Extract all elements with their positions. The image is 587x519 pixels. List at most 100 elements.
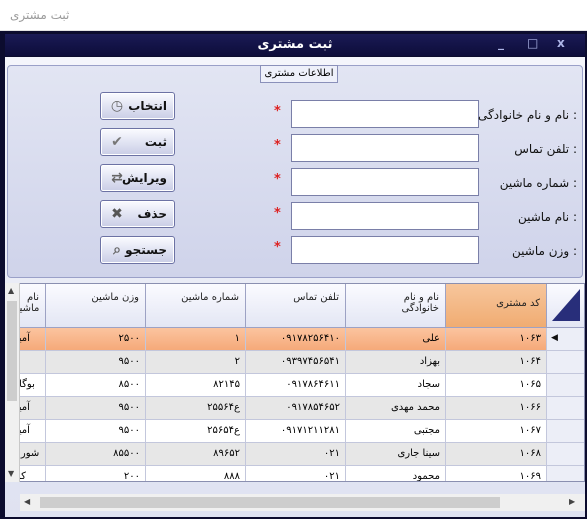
fullname-cell[interactable]: بهزاد [346,351,446,374]
phone-cell[interactable]: ۰۹۱۷۸۲۵۶۴۱۰ [246,328,346,351]
phone-cell[interactable]: ۰۹۳۹۷۴۵۶۵۴۱ [246,351,346,374]
car-number-cell[interactable]: ۸۹۶۵۲ [146,443,246,466]
clock-icon: ◷ [110,98,124,114]
table-row[interactable]: ۱۰۶۹محمود۰۲۱۸۸۸۲۰۰کلت [6,466,584,481]
required-star: * [274,138,281,153]
table-row[interactable]: ۱۰۶۶محمد مهدی۰۹۱۷۸۵۴۶۵۲۲۵ع۵۶۴۹۵۰۰آمیکو [6,397,584,420]
required-star: * [274,172,281,187]
restore-button[interactable]: □ [527,36,538,50]
scroll-down-icon[interactable]: ▼ [8,469,14,478]
outer-window-title: ثبت مشتری [10,8,70,22]
row-header[interactable] [547,397,584,420]
scroll-up-icon[interactable]: ▲ [8,286,14,295]
check-icon: ✔ [111,134,123,150]
fullname-cell[interactable]: مجتبی [346,420,446,443]
phone-cell[interactable]: ۰۲۱ [246,443,346,466]
select-button-label: انتخاب [128,99,167,113]
row-header[interactable] [547,420,584,443]
column-header-phone[interactable]: تلفن تماس [246,284,346,328]
select-all-icon [552,289,580,321]
search-button-label: جستجو [125,243,167,257]
search-icon: ⌕ [113,242,121,258]
search-button[interactable]: ⌕ جستجو [100,236,175,264]
table-row[interactable]: ۱۰۶۸ سینا جاری ۰۲۱ ۸۹۶۵۲ ۸۵۵۰۰ شورلت [6,443,584,466]
table-row[interactable]: ۱۰۶۷مجتبی۰۹۱۷۱۲۱۱۲۸۱۲۵ع۶۵۴۹۵۰۰آمیکو [6,420,584,443]
select-button[interactable]: ◷ انتخاب [100,92,175,120]
outer-window-titlebar: ثبت مشتری [0,0,587,31]
fullname-label: نام و نام خانوادگی : [478,108,577,122]
car-number-cell[interactable]: ۲ [146,351,246,374]
car-weight-cell[interactable]: ۹۵۰۰ [46,420,146,443]
fullname-field[interactable] [291,100,479,128]
table-row[interactable]: ۱۰۶۳علی۰۹۱۷۸۲۵۶۴۱۰۱۲۵۰۰آمیکو◀ [6,328,584,351]
current-row-icon: ◀ [551,333,558,343]
grid-corner[interactable] [547,284,584,328]
car-name-label: نام ماشین : [518,210,577,224]
close-button[interactable]: x [557,36,565,50]
customer-code-cell[interactable]: ۱۰۶۹ [446,466,547,481]
car-weight-label: وزن ماشین : [512,244,577,258]
table-row[interactable]: ۱۰۶۴بهزاد۰۹۳۹۷۴۵۶۵۴۱۲۹۵۰۰بنز [6,351,584,374]
car-weight-cell[interactable]: ۹۵۰۰ [46,397,146,420]
save-button[interactable]: ✔ ثبت [100,128,175,156]
column-header-car-number[interactable]: شماره ماشین [146,284,246,328]
car-number-cell[interactable]: ۸۸۸ [146,466,246,481]
car-number-field[interactable] [291,168,479,196]
edit-button-label: ویرایش [121,171,167,185]
row-header[interactable] [547,374,584,397]
customer-code-cell[interactable]: ۱۰۶۴ [446,351,547,374]
customers-grid[interactable]: نام ماشین وزن ماشین شماره ماشین تلفن تما… [5,283,585,482]
scroll-left-icon[interactable]: ◀ [24,497,30,506]
required-star: * [274,206,281,221]
car-name-field[interactable] [291,202,479,230]
minimize-button[interactable]: _ [498,36,504,50]
vertical-scroll-thumb[interactable] [7,301,17,401]
column-header-car-weight[interactable]: وزن ماشین [46,284,146,328]
vertical-scrollbar[interactable]: ▲ ▼ [5,283,20,482]
edit-button[interactable]: ⇄ ویرایش [100,164,175,192]
customer-code-cell[interactable]: ۱۰۶۷ [446,420,547,443]
fullname-cell[interactable]: سینا جاری [346,443,446,466]
row-header[interactable] [547,351,584,374]
column-header-fullname[interactable]: نام و نام خانوادگی [346,284,446,328]
row-header[interactable] [547,466,584,481]
phone-label: تلفن تماس : [514,142,577,156]
car-weight-cell[interactable]: ۸۵۰۰ [46,374,146,397]
customer-code-cell[interactable]: ۱۰۶۸ [446,443,547,466]
car-number-label: شماره ماشین : [499,176,577,190]
scroll-right-icon[interactable]: ▶ [569,497,575,506]
save-button-label: ثبت [144,135,167,149]
row-header[interactable]: ◀ [547,328,584,351]
delete-button-label: حذف [137,207,167,221]
car-weight-cell[interactable]: ۲۰۰ [46,466,146,481]
phone-cell[interactable]: ۰۹۱۷۸۶۴۶۱۱ [246,374,346,397]
row-header[interactable] [547,443,584,466]
inner-titlebar: ثبت مشتری _ □ x [5,34,585,56]
phone-field[interactable] [291,134,479,162]
horizontal-scroll-thumb[interactable] [40,497,500,508]
required-star: * [274,104,281,119]
fullname-cell[interactable]: محمد مهدی [346,397,446,420]
customer-code-cell[interactable]: ۱۰۶۶ [446,397,547,420]
car-weight-cell[interactable]: ۸۵۵۰۰ [46,443,146,466]
car-number-cell[interactable]: ۲۵ع۵۶۴ [146,397,246,420]
fullname-cell[interactable]: محمود [346,466,446,481]
car-number-cell[interactable]: ۸۲۱۴۵ [146,374,246,397]
table-row[interactable]: ۱۰۶۵ سجاد ۰۹۱۷۸۶۴۶۱۱ ۸۲۱۴۵ ۸۵۰۰ بوگاتی [6,374,584,397]
phone-cell[interactable]: ۰۹۱۷۸۵۴۶۵۲ [246,397,346,420]
horizontal-scrollbar[interactable]: ◀ ▶ [20,494,585,511]
required-star: * [274,240,281,255]
column-header-customer-code[interactable]: کد مشتری [446,284,547,328]
customer-code-cell[interactable]: ۱۰۶۵ [446,374,547,397]
delete-button[interactable]: ✖ حذف [100,200,175,228]
fullname-cell[interactable]: سجاد [346,374,446,397]
phone-cell[interactable]: ۰۹۱۷۱۲۱۱۲۸۱ [246,420,346,443]
customer-code-cell[interactable]: ۱۰۶۳ [446,328,547,351]
car-weight-field[interactable] [291,236,479,264]
phone-cell[interactable]: ۰۲۱ [246,466,346,481]
car-number-cell[interactable]: ۱ [146,328,246,351]
car-weight-cell[interactable]: ۲۵۰۰ [46,328,146,351]
car-weight-cell[interactable]: ۹۵۰۰ [46,351,146,374]
fullname-cell[interactable]: علی [346,328,446,351]
car-number-cell[interactable]: ۲۵ع۶۵۴ [146,420,246,443]
